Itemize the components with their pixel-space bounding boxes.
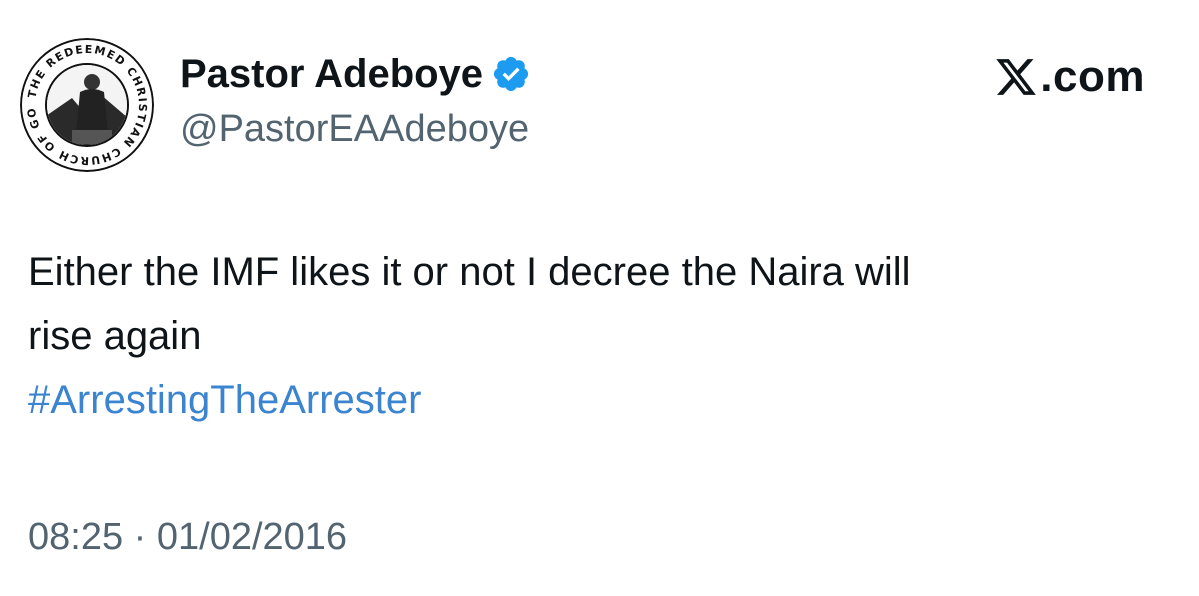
verified-badge-icon[interactable] [491,54,531,94]
tweet-date: 01/02/2016 [156,516,348,558]
tweet-text-line-1: Either the IMF likes it or not I decree … [28,250,911,294]
name-row: Pastor Adeboye [180,50,531,98]
tweet-card: THE REDEEMED CHRISTIAN CHURCH OF GOD Pas… [0,0,1199,596]
timestamp-separator: · [123,516,157,558]
author-avatar[interactable]: THE REDEEMED CHRISTIAN CHURCH OF GOD [20,38,154,172]
tweet-timestamp[interactable]: 08:25 · 01/02/2016 [28,516,347,559]
author-handle[interactable]: @PastorEAAdeboye [180,108,531,151]
church-logo-avatar-icon: THE REDEEMED CHRISTIAN CHURCH OF GOD [20,38,154,172]
brand-label: .com [1040,52,1145,101]
x-logo-icon [994,55,1038,99]
tweet-text-line-2: rise again [28,314,202,358]
brand-link[interactable]: .com [994,52,1145,102]
tweet-time: 08:25 [28,516,124,558]
tweet-text: Either the IMF likes it or not I decree … [28,240,1158,432]
author-display-name[interactable]: Pastor Adeboye [180,52,483,97]
author-info: Pastor Adeboye @PastorEAAdeboye [180,50,531,151]
hashtag-link[interactable]: #ArrestingTheArrester [28,368,1158,432]
